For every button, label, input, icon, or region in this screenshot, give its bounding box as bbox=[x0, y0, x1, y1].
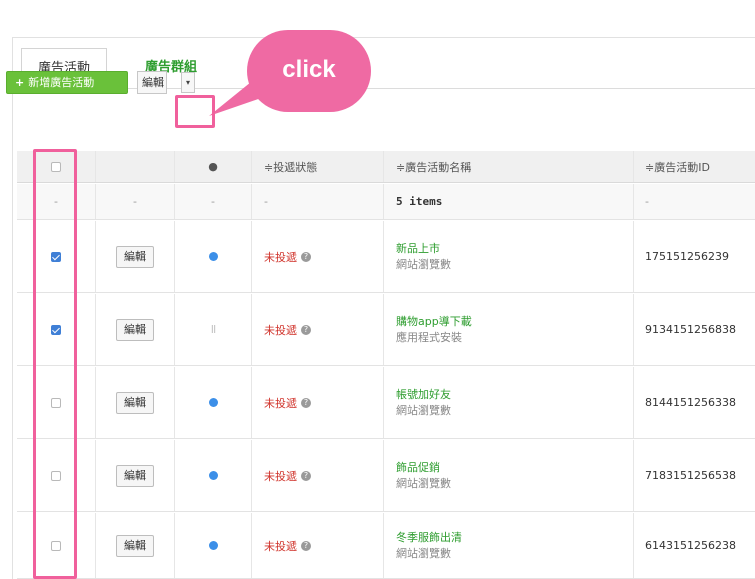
row-status-cell: 未投遞? bbox=[252, 367, 384, 438]
header-indicator: ● bbox=[175, 151, 252, 182]
campaign-objective: 網站瀏覽數 bbox=[396, 257, 451, 271]
row-indicator-cell bbox=[175, 440, 252, 511]
row-indicator-cell bbox=[175, 367, 252, 438]
active-dot-icon bbox=[208, 252, 218, 261]
table-row: 編輯 未投遞? 帳號加好友 網站瀏覽數 8144151256338 bbox=[17, 367, 755, 439]
summary-dash: - bbox=[96, 184, 175, 219]
header-edit-cell bbox=[96, 151, 175, 182]
paused-icon: II bbox=[210, 323, 216, 336]
delivery-status: 未投遞 bbox=[264, 469, 297, 483]
row-edit-cell: 編輯 bbox=[96, 440, 175, 511]
table-row: 編輯 未投遞? 新品上市 網站瀏覽數 175151256239 bbox=[17, 221, 755, 293]
table-row: 編輯 未投遞? 冬季服飾出清 網站瀏覽數 6143151256238 bbox=[17, 513, 755, 579]
campaign-id: 7183151256538 bbox=[645, 469, 736, 482]
row-edit-cell: 編輯 bbox=[96, 513, 175, 578]
campaign-name-link[interactable]: 帳號加好友 bbox=[396, 387, 451, 403]
row-status-cell: 未投遞? bbox=[252, 294, 384, 365]
active-dot-icon bbox=[208, 541, 218, 550]
row-name-cell: 冬季服飾出清 網站瀏覽數 bbox=[384, 513, 634, 578]
row-status-cell: 未投遞? bbox=[252, 221, 384, 292]
row-edit-button[interactable]: 編輯 bbox=[116, 391, 154, 414]
help-icon[interactable]: ? bbox=[301, 470, 311, 481]
caret-highlight-box bbox=[175, 95, 215, 128]
delivery-status: 未投遞 bbox=[264, 323, 297, 337]
row-edit-button[interactable]: 編輯 bbox=[116, 245, 154, 268]
edit-button[interactable]: 編輯 bbox=[137, 71, 167, 94]
header-campaign-id[interactable]: ≑廣告活動ID bbox=[634, 151, 755, 182]
row-edit-cell: 編輯 bbox=[96, 367, 175, 438]
help-icon[interactable]: ? bbox=[301, 251, 311, 262]
item-count: 5 items bbox=[384, 184, 634, 219]
tab-bar: 廣告活動 廣告群組 廣 bbox=[21, 48, 755, 90]
checkbox-column-highlight-box bbox=[33, 149, 77, 579]
row-edit-button[interactable]: 編輯 bbox=[116, 464, 154, 487]
row-name-cell: 飾品促銷 網站瀏覽數 bbox=[384, 440, 634, 511]
summary-dash: - bbox=[175, 184, 252, 219]
new-campaign-button[interactable]: + 新增廣告活動 bbox=[6, 71, 128, 94]
help-icon[interactable]: ? bbox=[301, 540, 311, 551]
campaign-id: 8144151256338 bbox=[645, 396, 736, 409]
row-indicator-cell bbox=[175, 221, 252, 292]
click-callout: click bbox=[247, 30, 371, 112]
campaign-objective: 網站瀏覽數 bbox=[396, 403, 451, 417]
campaign-id: 175151256239 bbox=[645, 250, 729, 263]
summary-dash: - bbox=[645, 195, 649, 208]
campaign-objective: 網站瀏覽數 bbox=[396, 546, 451, 560]
campaign-name-link[interactable]: 購物app導下載 bbox=[396, 314, 472, 330]
campaign-id: 6143151256238 bbox=[645, 539, 736, 552]
summary-dash: - bbox=[252, 184, 384, 219]
row-name-cell: 新品上市 網站瀏覽數 bbox=[384, 221, 634, 292]
row-edit-cell: 編輯 bbox=[96, 221, 175, 292]
row-edit-button[interactable]: 編輯 bbox=[116, 318, 154, 341]
row-status-cell: 未投遞? bbox=[252, 440, 384, 511]
active-dot-icon bbox=[208, 398, 218, 407]
header-campaign-name[interactable]: ≑廣告活動名稱 bbox=[384, 151, 634, 182]
edit-dropdown-caret-icon[interactable]: ▾ bbox=[181, 72, 195, 93]
campaign-objective: 應用程式安裝 bbox=[396, 330, 462, 344]
active-dot-icon bbox=[208, 471, 218, 480]
campaign-name-link[interactable]: 冬季服飾出清 bbox=[396, 530, 462, 546]
plus-icon: + bbox=[15, 76, 25, 89]
table-header: ● ≑投遞狀態 ≑廣告活動名稱 ≑廣告活動ID bbox=[17, 151, 755, 183]
delivery-status: 未投遞 bbox=[264, 396, 297, 410]
campaign-name-link[interactable]: 新品上市 bbox=[396, 241, 451, 257]
row-indicator-cell: II bbox=[175, 294, 252, 365]
delivery-status: 未投遞 bbox=[264, 539, 297, 553]
row-indicator-cell bbox=[175, 513, 252, 578]
row-name-cell: 帳號加好友 網站瀏覽數 bbox=[384, 367, 634, 438]
row-status-cell: 未投遞? bbox=[252, 513, 384, 578]
summary-row: - - - - 5 items - bbox=[17, 184, 755, 220]
campaign-objective: 網站瀏覽數 bbox=[396, 476, 451, 490]
row-name-cell: 購物app導下載 應用程式安裝 bbox=[384, 294, 634, 365]
header-status[interactable]: ≑投遞狀態 bbox=[252, 151, 384, 182]
row-edit-cell: 編輯 bbox=[96, 294, 175, 365]
help-icon[interactable]: ? bbox=[301, 397, 311, 408]
campaign-id: 9134151256838 bbox=[645, 323, 736, 336]
table-row: 編輯 II 未投遞? 購物app導下載 應用程式安裝 9134151256838 bbox=[17, 294, 755, 366]
row-edit-button[interactable]: 編輯 bbox=[116, 534, 154, 557]
delivery-status: 未投遞 bbox=[264, 250, 297, 264]
new-campaign-label: 新增廣告活動 bbox=[28, 76, 95, 89]
campaign-name-link[interactable]: 飾品促銷 bbox=[396, 460, 451, 476]
help-icon[interactable]: ? bbox=[301, 324, 311, 335]
table-row: 編輯 未投遞? 飾品促銷 網站瀏覽數 7183151256538 bbox=[17, 440, 755, 512]
